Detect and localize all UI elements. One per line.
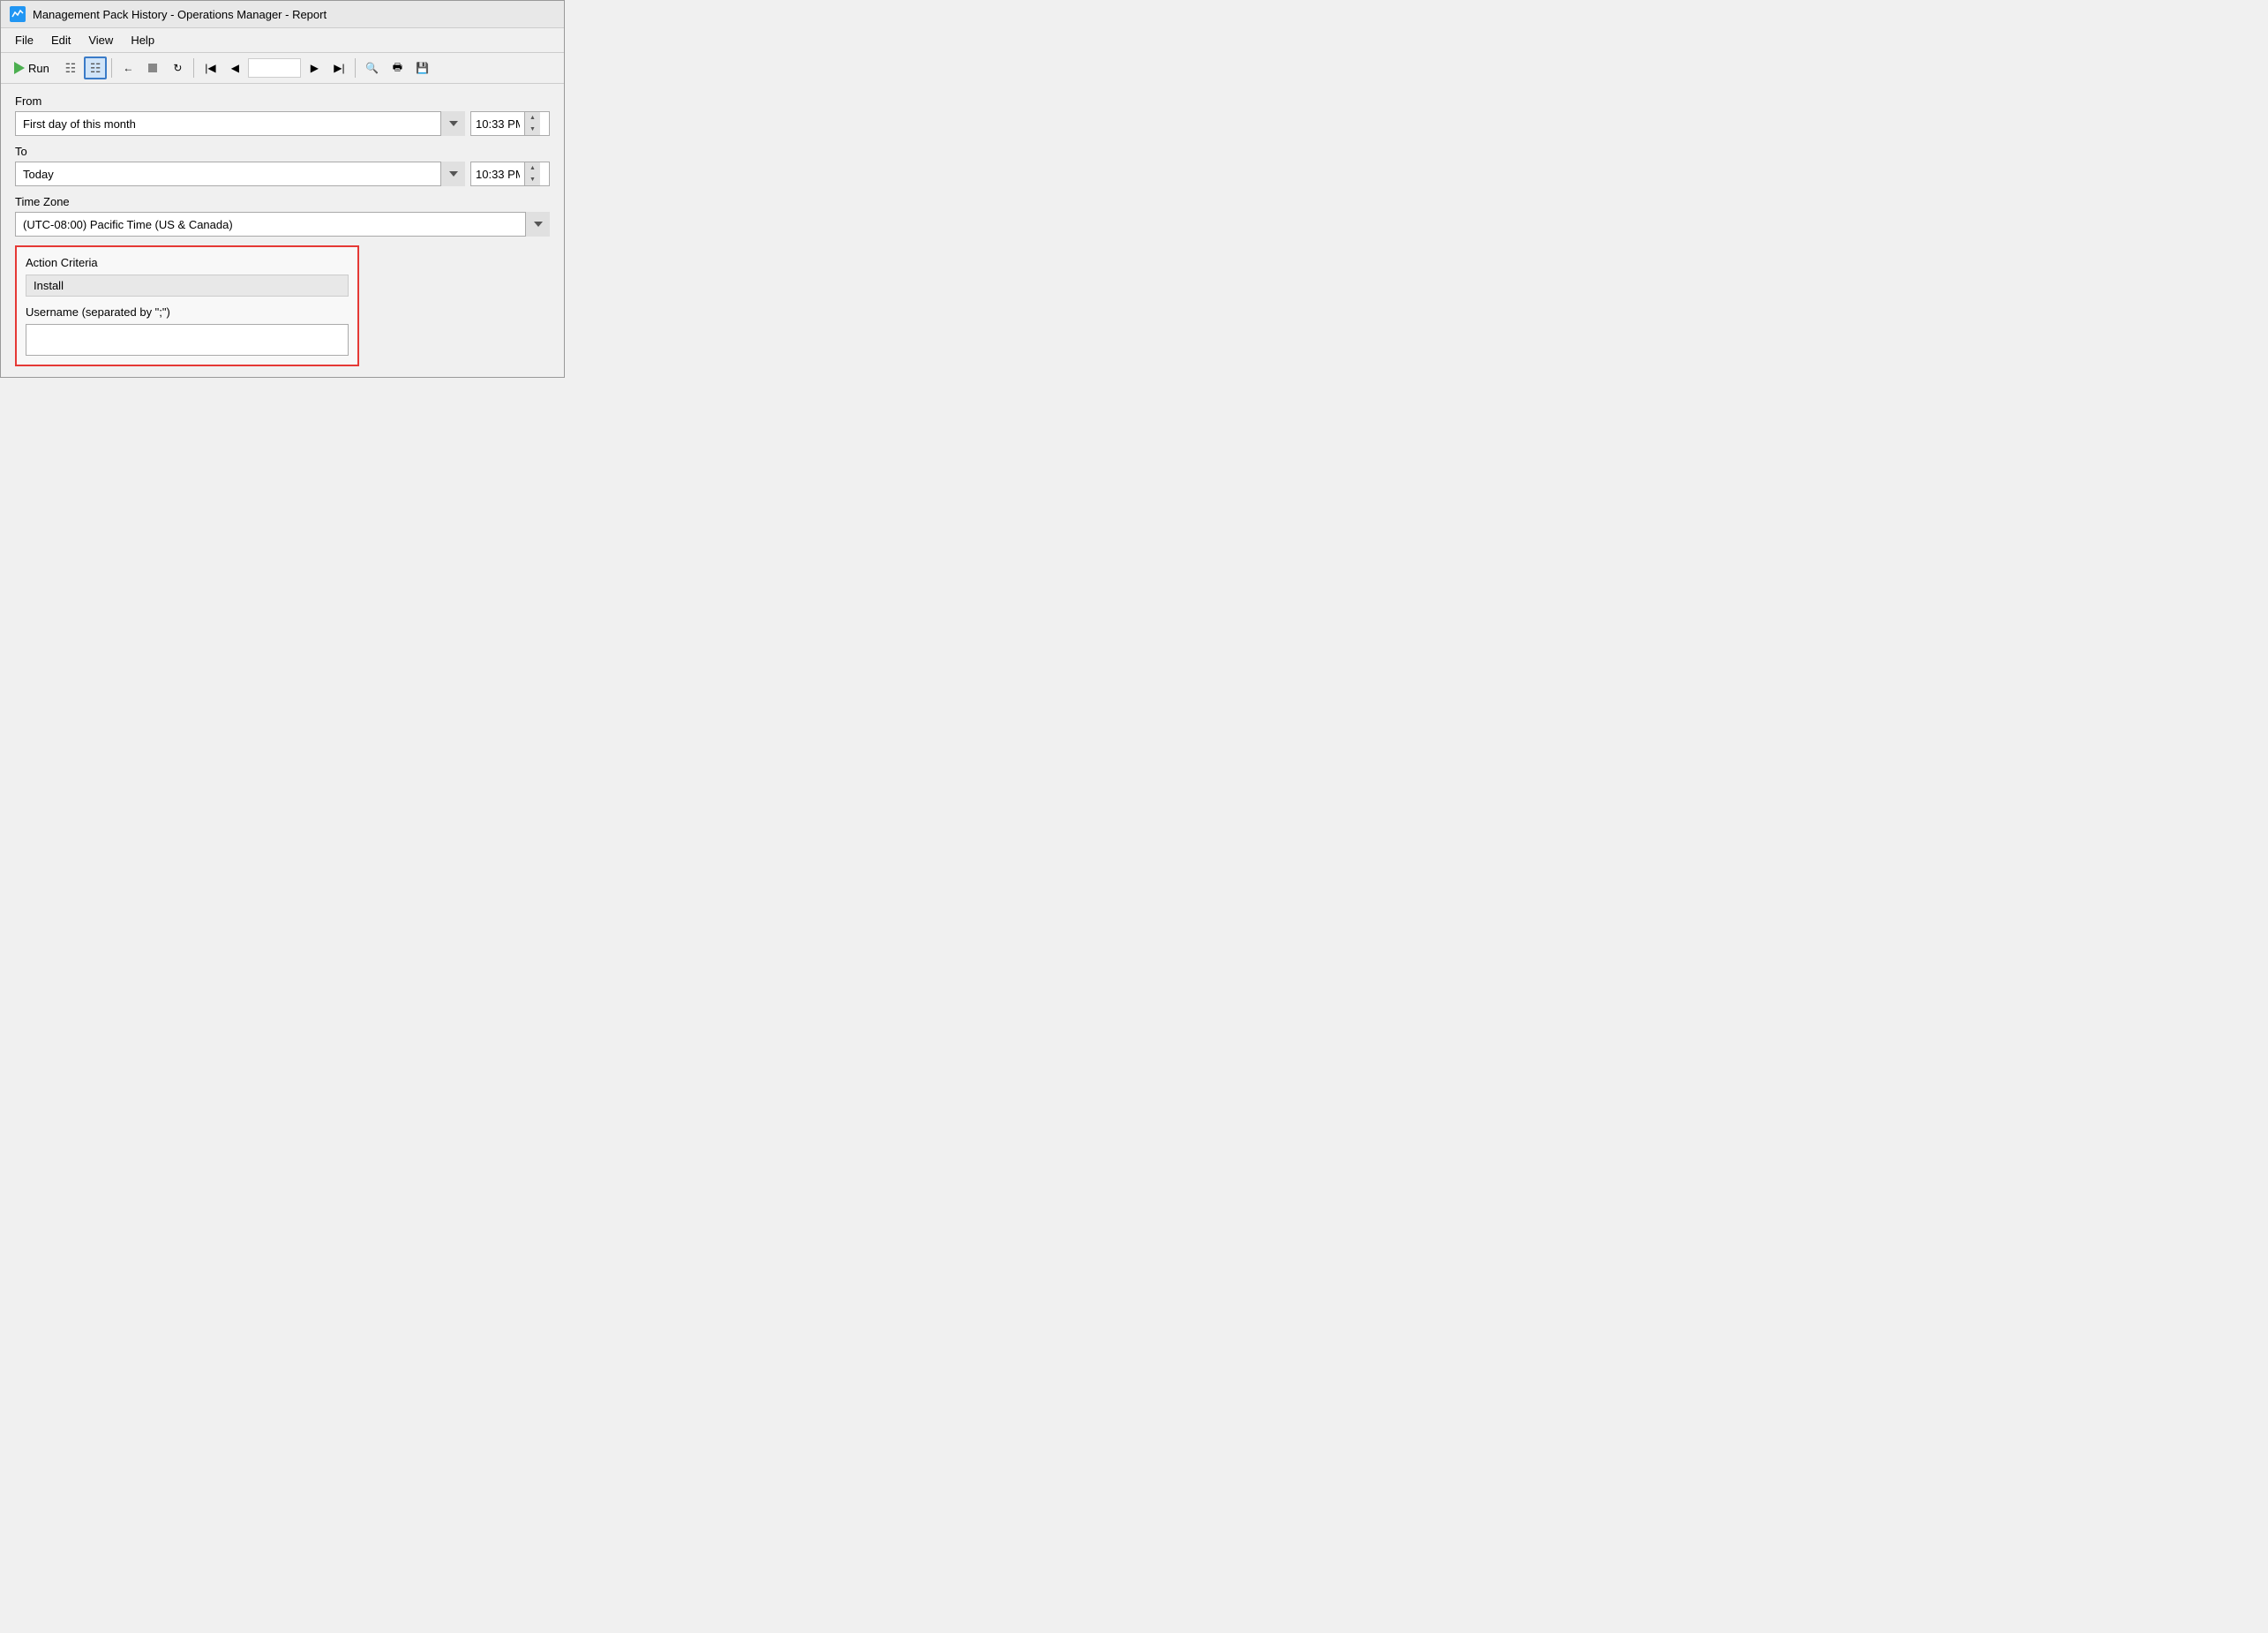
to-time-down-button[interactable]	[525, 174, 540, 185]
content-area: From First day of this month To	[1, 84, 564, 377]
layout-list-icon: ☷	[65, 61, 77, 76]
from-time-down-button[interactable]	[525, 124, 540, 135]
stop-button[interactable]	[141, 56, 164, 79]
from-time-spinners	[524, 112, 540, 135]
zoom-icon: 🔍	[365, 62, 379, 74]
app-icon	[10, 6, 26, 22]
prev-page-button[interactable]: ◀	[223, 56, 246, 79]
separator-1	[111, 58, 112, 78]
from-label: From	[15, 94, 550, 108]
print-icon: 🖶	[393, 59, 402, 78]
layout-grid-icon: ☷	[90, 61, 101, 76]
window-title: Management Pack History - Operations Man…	[33, 8, 327, 21]
report-layout-btn[interactable]: ☷	[59, 56, 82, 79]
next-page-icon: ▶	[311, 62, 319, 74]
zoom-button[interactable]: 🔍	[360, 56, 384, 79]
from-time-up-button[interactable]	[525, 112, 540, 124]
username-label: Username (separated by ";")	[26, 305, 349, 319]
menu-help[interactable]: Help	[124, 31, 161, 49]
username-input[interactable]	[26, 324, 349, 356]
from-time-input[interactable]	[471, 112, 524, 135]
menu-file[interactable]: File	[8, 31, 41, 49]
back-button[interactable]: ←	[116, 56, 139, 79]
title-bar: Management Pack History - Operations Man…	[1, 1, 564, 28]
menu-view[interactable]: View	[81, 31, 120, 49]
stop-icon	[148, 64, 157, 72]
last-page-button[interactable]: ▶|	[327, 56, 350, 79]
refresh-button[interactable]: ↻	[166, 56, 189, 79]
from-dropdown-wrapper: First day of this month	[15, 111, 465, 136]
menu-edit[interactable]: Edit	[44, 31, 78, 49]
report-preview-btn[interactable]: ☷	[84, 56, 108, 79]
run-button[interactable]: Run	[6, 56, 57, 79]
prev-page-icon: ◀	[231, 62, 239, 74]
separator-3	[355, 58, 356, 78]
page-number-input[interactable]	[248, 58, 301, 78]
export-icon: 💾	[416, 62, 429, 74]
action-criteria-label: Action Criteria	[26, 256, 349, 269]
to-dropdown[interactable]: Today	[15, 162, 465, 186]
timezone-row: (UTC-08:00) Pacific Time (US & Canada)	[15, 212, 550, 237]
to-row: Today	[15, 162, 550, 186]
from-dropdown[interactable]: First day of this month	[15, 111, 465, 136]
to-time-spinners	[524, 162, 540, 185]
to-dropdown-wrapper: Today	[15, 162, 465, 186]
toolbar: Run ☷ ☷ ← ↻ |◀ ◀ ▶ ▶|	[1, 53, 564, 84]
run-triangle-icon	[14, 62, 25, 74]
action-criteria-value: Install	[26, 275, 349, 297]
to-label: To	[15, 145, 550, 158]
first-page-icon: |◀	[205, 62, 215, 74]
red-box-container: Action Criteria Install Username (separa…	[15, 245, 359, 366]
last-page-icon: ▶|	[334, 62, 344, 74]
back-icon: ←	[123, 62, 133, 74]
timezone-dropdown-wrapper: (UTC-08:00) Pacific Time (US & Canada)	[15, 212, 550, 237]
from-row: First day of this month	[15, 111, 550, 136]
main-window: Management Pack History - Operations Man…	[0, 0, 565, 378]
menu-bar: File Edit View Help	[1, 28, 564, 53]
refresh-icon: ↻	[173, 62, 182, 74]
to-time-wrapper	[470, 162, 550, 186]
from-time-wrapper	[470, 111, 550, 136]
first-page-button[interactable]: |◀	[199, 56, 222, 79]
next-page-button[interactable]: ▶	[303, 56, 326, 79]
to-time-input[interactable]	[471, 162, 524, 185]
run-label: Run	[28, 62, 49, 75]
print-button[interactable]: 🖶	[386, 56, 409, 79]
to-time-up-button[interactable]	[525, 162, 540, 174]
export-button[interactable]: 💾	[410, 56, 434, 79]
timezone-dropdown[interactable]: (UTC-08:00) Pacific Time (US & Canada)	[15, 212, 550, 237]
timezone-label: Time Zone	[15, 195, 550, 208]
separator-2	[193, 58, 194, 78]
